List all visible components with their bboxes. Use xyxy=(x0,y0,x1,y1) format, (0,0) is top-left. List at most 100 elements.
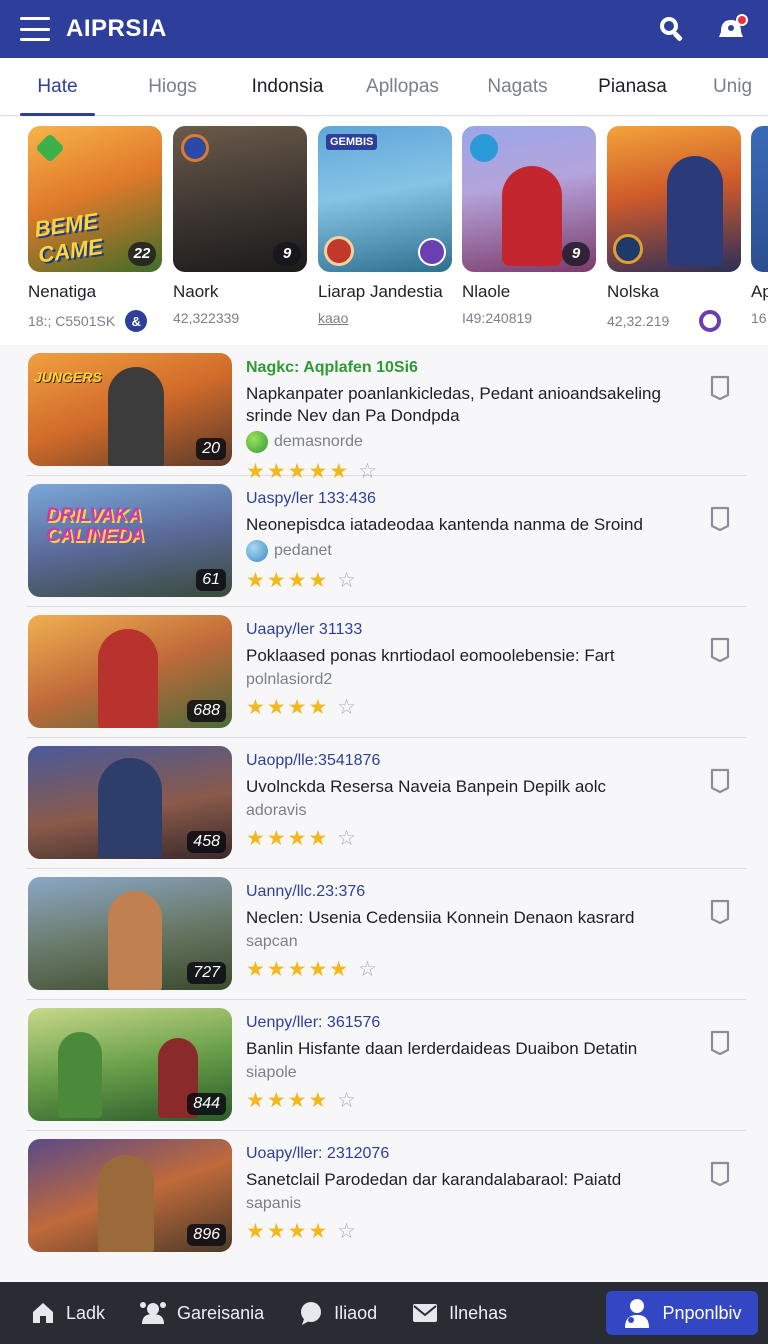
developer-name: polnlasiord2 xyxy=(246,671,333,688)
nav-profile[interactable]: Pnponlbiv xyxy=(606,1291,758,1335)
game-thumbnail: 896 xyxy=(28,1139,232,1252)
character-figure xyxy=(108,367,164,466)
game-name: Liarap Jandestia xyxy=(318,282,443,301)
developer-name: adoravis xyxy=(246,802,307,819)
tab-apllopas[interactable]: Apllopas xyxy=(345,58,460,116)
game-id: Nagkc: Aqplafen 10Si6 xyxy=(246,359,418,376)
game-logo-text: GEMBIS xyxy=(326,134,378,150)
emblem-icon xyxy=(418,238,446,266)
game-meta: 42,32.219 xyxy=(607,310,741,332)
nav-label: Gareisania xyxy=(177,1302,265,1323)
game-id: Uaapy/ler 31133 xyxy=(246,621,363,638)
tab-pianasa[interactable]: Pianasa xyxy=(575,58,690,116)
character-figure xyxy=(58,1032,102,1118)
star-rating: ★★★★ ☆ xyxy=(246,569,358,592)
tab-indonsia[interactable]: Indonsia xyxy=(230,58,345,116)
game-thumbnail xyxy=(607,126,741,272)
star-rating: ★★★★ ☆ xyxy=(246,1220,358,1243)
game-name: Nenatiga xyxy=(28,282,97,301)
featured-carousel[interactable]: BEME CAME 22 Nenatiga 18:; C5501SK & 9 N… xyxy=(0,117,768,345)
star-rating: ★★★★ ☆ xyxy=(246,827,358,850)
character-figure xyxy=(502,166,562,266)
nav-label: Iliaod xyxy=(334,1302,378,1323)
rank-badge: 458 xyxy=(187,831,226,853)
header-actions xyxy=(654,12,748,46)
featured-card[interactable]: Ap 16 xyxy=(751,126,768,326)
game-id: Uanny/llc.23:376 xyxy=(246,883,366,900)
game-meta: I49:240819 xyxy=(462,310,596,326)
game-description: Neclen: Usenia Cedensiia Konnein Denaon … xyxy=(246,908,635,927)
tab-nagats[interactable]: Nagats xyxy=(460,58,575,116)
chat-icon xyxy=(301,1302,322,1325)
tab-hiogs[interactable]: Hiogs xyxy=(115,58,230,116)
game-thumbnail: JUNGERS 20 xyxy=(28,353,232,466)
nav-label: Pnponlbiv xyxy=(662,1302,742,1323)
star-rating: ★★★★ ☆ xyxy=(246,1089,358,1112)
game-description: Banlin Hisfante daan lerderdaideas Duaib… xyxy=(246,1039,638,1058)
star-rating: ★★★★★ ☆ xyxy=(246,958,379,981)
game-name: Nolska xyxy=(607,282,659,301)
character-figure xyxy=(108,891,162,990)
game-info: Uaapy/ler 31133 Poklaased ponas knrtioda… xyxy=(246,621,686,720)
rank-badge: 9 xyxy=(562,242,590,266)
game-meta-value: 16 xyxy=(751,310,767,326)
game-thumbnail: 688 xyxy=(28,615,232,728)
game-meta-value: 42,32.219 xyxy=(607,313,670,329)
game-thumbnail: 844 xyxy=(28,1008,232,1121)
rank-badge: 20 xyxy=(196,438,226,460)
nav-chat[interactable]: Iliaod xyxy=(298,1300,377,1326)
shield-badge-icon xyxy=(181,134,209,162)
game-meta-value: I49:240819 xyxy=(462,310,533,326)
game-id: Uaspy/ler 133:436 xyxy=(246,490,376,507)
game-id: Uoapy/ller: 2312076 xyxy=(246,1145,390,1162)
featured-card[interactable]: Nolska 42,32.219 xyxy=(607,126,741,332)
developer-globe-icon xyxy=(246,540,268,562)
emblem-icon xyxy=(324,236,354,266)
bookmark-icon[interactable] xyxy=(708,635,732,663)
list-item[interactable]: DRILVAKA CALINEDA 61 Uaspy/ler 133:436 N… xyxy=(26,476,746,607)
hamburger-menu-icon[interactable] xyxy=(20,17,50,41)
game-meta-link[interactable]: kaao xyxy=(318,310,348,326)
bookmark-icon[interactable] xyxy=(708,766,732,794)
list-item[interactable]: 458 Uaopp/lle:3541876 Uvolnckda Resersa … xyxy=(26,738,746,869)
home-icon xyxy=(33,1303,53,1323)
game-meta: 42,322339 xyxy=(173,310,307,326)
star-rating: ★★★★ ☆ xyxy=(246,696,358,719)
search-icon[interactable] xyxy=(654,12,688,46)
notification-icon[interactable] xyxy=(714,12,748,46)
game-description: Uvolnckda Resersa Naveia Banpein Depilk … xyxy=(246,777,607,796)
game-thumbnail: 9 xyxy=(462,126,596,272)
developer: siapole xyxy=(246,1064,686,1082)
list-item[interactable]: 688 Uaapy/ler 31133 Poklaased ponas knrt… xyxy=(26,607,746,738)
developer: sapcan xyxy=(246,933,686,951)
list-item[interactable]: 844 Uenpy/ller: 361576 Banlin Hisfante d… xyxy=(26,1000,746,1131)
bookmark-icon[interactable] xyxy=(708,1028,732,1056)
featured-card[interactable]: BEME CAME 22 Nenatiga 18:; C5501SK & xyxy=(28,126,162,332)
developer-globe-icon xyxy=(246,431,268,453)
tab-unig[interactable]: Unig xyxy=(690,58,768,116)
developer-name: pedanet xyxy=(274,542,332,559)
game-name: Nlaole xyxy=(462,282,511,301)
bookmark-icon[interactable] xyxy=(708,1159,732,1187)
tab-hate[interactable]: Hate xyxy=(0,58,115,116)
rank-badge: 727 xyxy=(187,962,226,984)
featured-card[interactable]: 9 Naork 42,322339 xyxy=(173,126,307,326)
developer-name: siapole xyxy=(246,1064,297,1081)
list-item[interactable]: 727 Uanny/llc.23:376 Neclen: Usenia Cede… xyxy=(26,869,746,1000)
bookmark-icon[interactable] xyxy=(708,373,732,401)
list-item[interactable]: 896 Uoapy/ller: 2312076 Sanetclail Parod… xyxy=(26,1131,746,1262)
nav-home[interactable]: Ladk xyxy=(30,1300,105,1326)
featured-card[interactable]: 9 Nlaole I49:240819 xyxy=(462,126,596,326)
list-item[interactable]: JUNGERS 20 Nagkc: Aqplafen 10Si6 Napkanp… xyxy=(26,345,746,483)
featured-card[interactable]: GEMBIS Liarap Jandestia kaao xyxy=(318,126,452,326)
nav-mail[interactable]: Ilnehas xyxy=(411,1301,507,1325)
nav-games[interactable]: Gareisania xyxy=(139,1300,264,1326)
app-bar: AIPRSIA xyxy=(0,0,768,58)
rank-badge: 688 xyxy=(187,700,226,722)
character-figure xyxy=(98,629,158,728)
bookmark-icon[interactable] xyxy=(708,897,732,925)
bookmark-icon[interactable] xyxy=(708,504,732,532)
developer: adoravis xyxy=(246,802,686,820)
profile-icon xyxy=(625,1299,650,1328)
developer: pedanet xyxy=(246,540,686,562)
